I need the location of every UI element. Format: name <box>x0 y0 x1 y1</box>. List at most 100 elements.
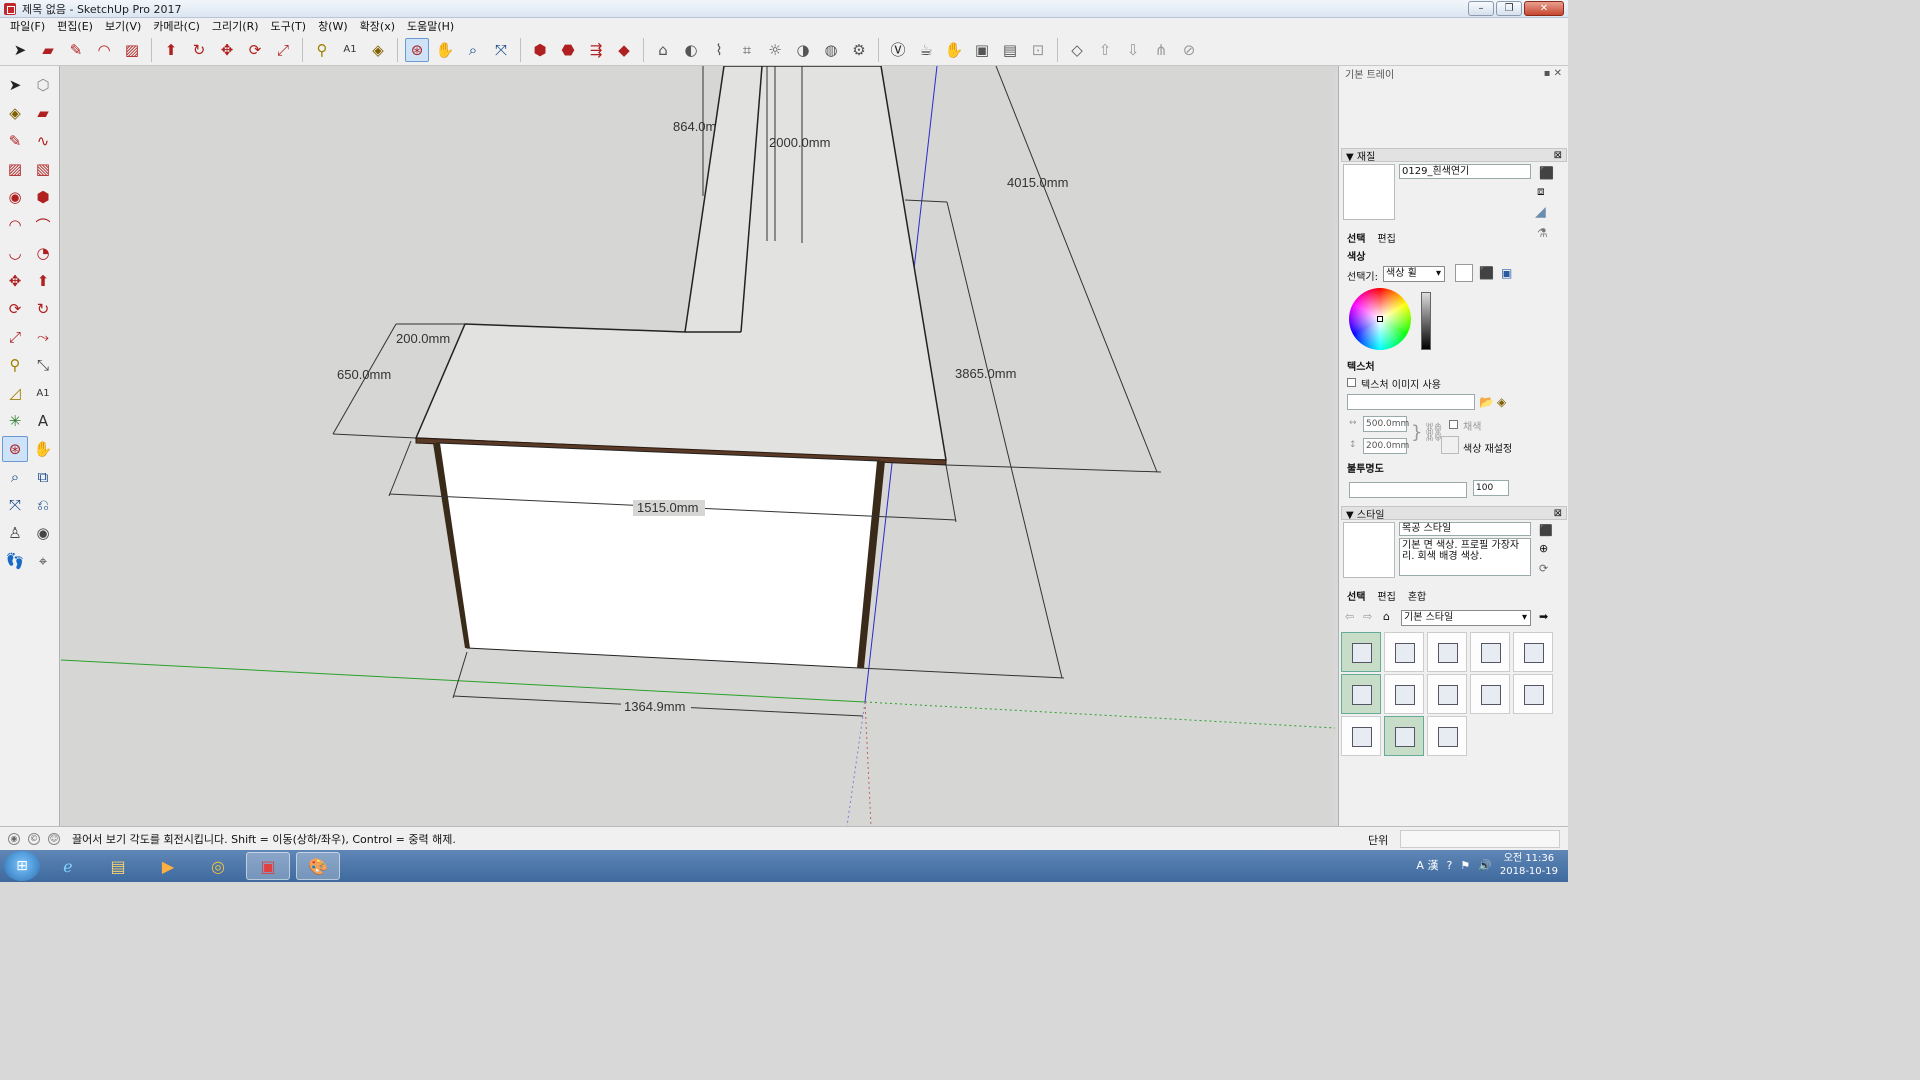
ime-icon[interactable]: A 漢 <box>1416 857 1438 873</box>
frame-buffer-icon[interactable]: ▣ <box>970 38 994 62</box>
texture-width-field[interactable]: 500.0mm <box>1363 416 1409 432</box>
color-wheel[interactable] <box>1349 288 1411 350</box>
browse-folder-icon[interactable]: 📂 <box>1479 395 1494 409</box>
tab-styles-edit[interactable]: 편집 <box>1375 588 1397 603</box>
sketchup-taskbar-icon[interactable]: ▣ <box>246 852 290 880</box>
two-point-arc-icon[interactable]: ⌒ <box>30 212 56 238</box>
colorize-checkbox[interactable] <box>1449 420 1458 429</box>
materials-panel-header[interactable]: ▼ 재질 ⊠ <box>1341 148 1567 163</box>
paint-bucket-icon[interactable]: ◈ <box>2 100 28 126</box>
cabinet-front-face[interactable] <box>436 442 880 669</box>
menu-camera[interactable]: 카메라(C) <box>147 18 206 34</box>
tab-styles-mix[interactable]: 혼합 <box>1406 588 1428 603</box>
eraser-tool-icon[interactable]: ▰ <box>30 100 56 126</box>
tab-materials-select[interactable]: 선택 <box>1345 230 1367 245</box>
dimension-2000[interactable]: 2000.0mm <box>769 135 830 150</box>
create-style-icon[interactable]: ⬛ <box>1539 524 1553 537</box>
protractor-icon[interactable]: ◿ <box>2 380 28 406</box>
menu-draw[interactable]: 그리기(R) <box>206 18 265 34</box>
tape-measure-icon[interactable]: ⚲ <box>2 352 28 378</box>
light-icon[interactable]: ⌇ <box>707 38 731 62</box>
user-account-icon[interactable]: ☺ <box>48 832 60 845</box>
refresh-style-icon[interactable]: ⟳ <box>1539 562 1548 575</box>
rotate-tool-icon[interactable]: ⟳ <box>243 38 267 62</box>
style-thumbnail-item[interactable] <box>1470 632 1510 672</box>
media-player-icon[interactable]: ▶ <box>146 852 190 880</box>
arc-tool-icon[interactable]: ◠ <box>2 212 28 238</box>
rectangle-tool-icon[interactable]: ▨ <box>2 156 28 182</box>
rotate-tool-icon[interactable]: ⟳ <box>2 296 28 322</box>
zoom-tool-icon[interactable]: ⌕ <box>2 464 28 490</box>
clock[interactable]: 오전 11:36 2018-10-19 <box>1500 852 1558 878</box>
minimize-button[interactable]: – <box>1468 1 1494 16</box>
3d-text-icon[interactable]: A <box>30 408 56 434</box>
menu-tools[interactable]: 도구(T) <box>265 18 313 34</box>
style-thumbnail-item[interactable] <box>1341 716 1381 756</box>
eyedropper-icon[interactable]: ⚗ <box>1537 226 1548 240</box>
lock-icon[interactable]: ⊡ <box>1026 38 1050 62</box>
eraser-tool-icon[interactable]: ▰ <box>36 38 60 62</box>
rotated-rectangle-icon[interactable]: ▧ <box>30 156 56 182</box>
material-preview-swatch[interactable] <box>1343 164 1395 220</box>
make-component-icon[interactable]: ⬡ <box>30 72 56 98</box>
dome-icon[interactable]: ◍ <box>819 38 843 62</box>
style-thumbnail-item[interactable] <box>1341 674 1381 714</box>
zoom-tool-icon[interactable]: ⌕ <box>461 38 485 62</box>
measurements-box[interactable] <box>1400 830 1560 848</box>
sphere-icon[interactable]: ◑ <box>791 38 815 62</box>
panel-close-icon[interactable]: ⊠ <box>1554 508 1562 519</box>
menu-extensions[interactable]: 확장(x) <box>354 18 401 34</box>
forward-arrow-icon[interactable]: ⇨ <box>1363 610 1372 623</box>
freehand-tool-icon[interactable]: ∿ <box>30 128 56 154</box>
polygon-tool-icon[interactable]: ⬢ <box>30 184 56 210</box>
tray-close-icon[interactable]: ▪ ✕ <box>1544 68 1562 79</box>
menu-view[interactable]: 보기(V) <box>99 18 147 34</box>
select-tool-icon[interactable]: ➤ <box>2 72 28 98</box>
extension-warehouse-icon[interactable]: ◆ <box>612 38 636 62</box>
internet-explorer-icon[interactable]: ℯ <box>46 852 90 880</box>
section-plane-icon[interactable]: ⌂ <box>651 38 675 62</box>
modeling-viewport[interactable]: 864.0m 2000.0mm 4015.0mm 200.0mm 650.0mm… <box>61 66 1335 826</box>
create-material-icon[interactable]: ⬛ <box>1539 166 1554 180</box>
panel-close-icon[interactable]: ⊠ <box>1554 150 1562 161</box>
style-thumbnail-item[interactable] <box>1427 716 1467 756</box>
render-region-icon[interactable]: ▤ <box>998 38 1022 62</box>
sample-paint-icon[interactable]: ◢ <box>1535 204 1546 220</box>
spotlight-icon[interactable]: ⌗ <box>735 38 759 62</box>
dimension-650[interactable]: 650.0mm <box>337 367 391 382</box>
pie-tool-icon[interactable]: ◔ <box>30 240 56 266</box>
style-thumbnail-item[interactable] <box>1384 674 1424 714</box>
pan-tool-icon[interactable]: ✋ <box>433 38 457 62</box>
dimension-1364[interactable]: 1364.9mm <box>624 699 685 714</box>
home-icon[interactable]: ⌂ <box>1383 610 1390 623</box>
texture-height-field[interactable]: 200.0mm <box>1363 438 1409 454</box>
dimension-1515[interactable]: 1515.0mm <box>637 500 698 515</box>
tab-styles-select[interactable]: 선택 <box>1345 588 1367 603</box>
dimension-200[interactable]: 200.0mm <box>396 331 450 346</box>
fur-icon[interactable]: ⋔ <box>1149 38 1173 62</box>
geo-location-icon[interactable]: ◉ <box>8 832 20 845</box>
brightness-slider[interactable] <box>1421 292 1431 350</box>
follow-me-icon[interactable]: ↻ <box>30 296 56 322</box>
tab-materials-edit[interactable]: 편집 <box>1375 230 1397 245</box>
color-picker-select[interactable]: 색상 휠 <box>1383 266 1445 282</box>
teapot-render-icon[interactable]: ☕ <box>914 38 938 62</box>
restore-button[interactable]: ❐ <box>1496 1 1522 16</box>
settings-icon[interactable]: ⚙ <box>847 38 871 62</box>
reset-color-swatch[interactable] <box>1441 436 1459 454</box>
help-icon[interactable]: ? <box>1446 859 1452 872</box>
proxy-export-icon[interactable]: ⇩ <box>1121 38 1145 62</box>
dimension-tool-icon[interactable]: ⤡ <box>30 352 56 378</box>
style-thumbnail-item[interactable] <box>1470 674 1510 714</box>
chrome-icon[interactable]: ◎ <box>196 852 240 880</box>
dimension-3865[interactable]: 3865.0mm <box>955 366 1016 381</box>
style-thumbnail-item[interactable] <box>1513 632 1553 672</box>
reset-color-label[interactable]: 색상 재설정 <box>1463 440 1512 455</box>
style-thumbnail[interactable] <box>1343 522 1395 578</box>
paint-taskbar-icon[interactable]: 🎨 <box>296 852 340 880</box>
network-icon[interactable]: ⚑ <box>1460 859 1470 872</box>
use-texture-checkbox[interactable] <box>1347 378 1356 387</box>
axes-tool-icon[interactable]: ✳ <box>2 408 28 434</box>
style-thumbnail-item[interactable] <box>1427 632 1467 672</box>
back-arrow-icon[interactable]: ⇦ <box>1345 610 1354 623</box>
